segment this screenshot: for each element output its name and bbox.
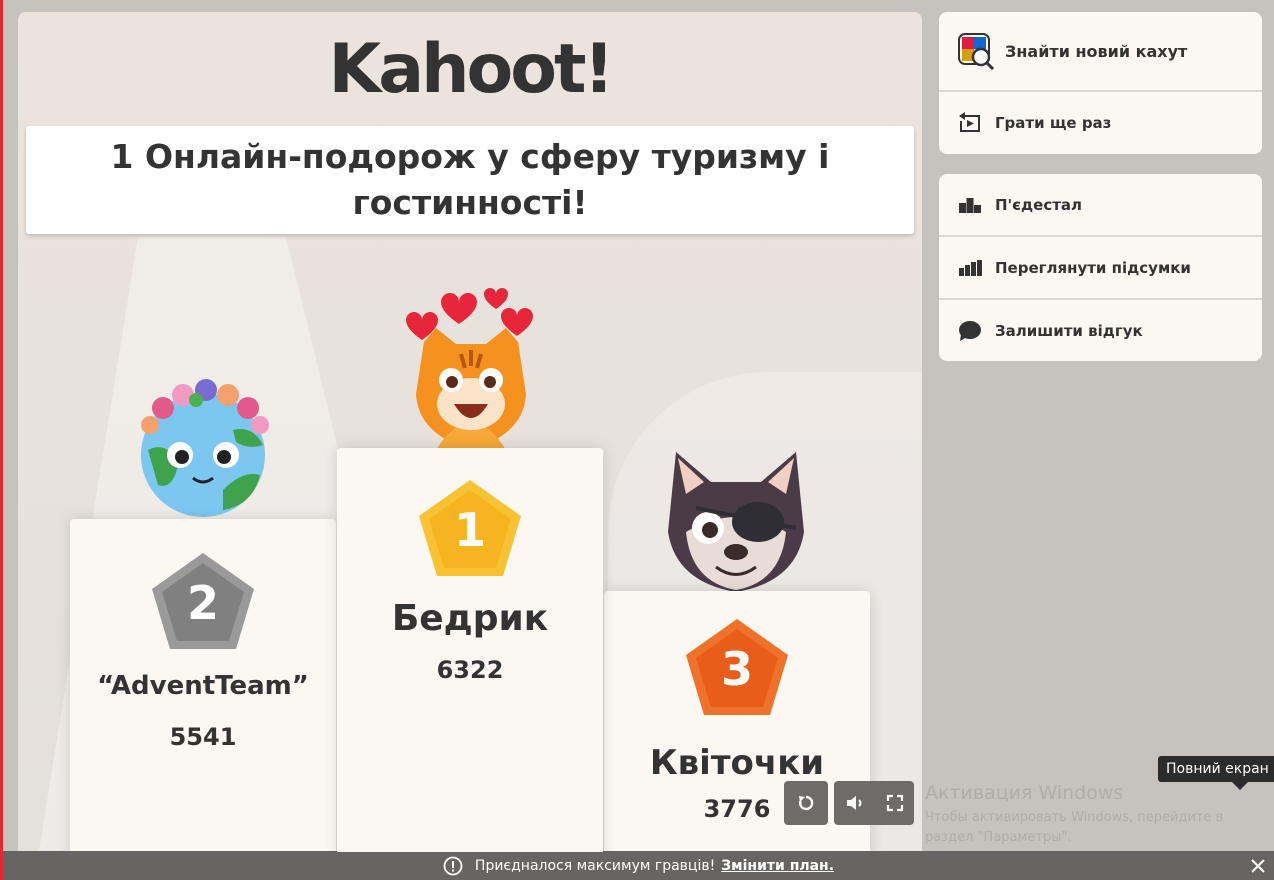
windows-activation-title: Активация Windows <box>925 782 1124 804</box>
left-edge-strip <box>0 0 3 880</box>
first-place-score: 6322 <box>436 656 504 684</box>
replay-button[interactable] <box>784 781 828 825</box>
second-place-score: 5541 <box>169 723 237 751</box>
podium-first-place: 1 Бедрик 6322 <box>337 448 603 852</box>
podium-icon <box>957 193 983 217</box>
sound-icon[interactable] <box>845 794 865 812</box>
third-place-score: 3776 <box>703 795 771 823</box>
first-rank-number: 1 <box>454 503 486 557</box>
windows-activation-text: Чтобы активировать Windows, перейдите в … <box>925 810 1224 845</box>
results-chart-icon <box>957 256 983 280</box>
view-results-label: Переглянути підсумки <box>995 258 1191 277</box>
second-rank-number: 2 <box>187 576 219 630</box>
earth-avatar-icon <box>141 379 269 517</box>
tiger-avatar-icon <box>406 288 533 450</box>
quiz-title: 1 Онлайн-подорож у сферу туризму і гости… <box>26 126 914 234</box>
speech-bubble-icon <box>957 319 983 343</box>
media-controls <box>834 781 914 825</box>
first-place-name: Бедрик <box>391 598 549 639</box>
find-new-kahoot-label: Знайти новий кахут <box>1005 41 1188 61</box>
bronze-medal-icon: 3 <box>686 619 788 715</box>
raccoon-avatar-icon <box>668 452 804 592</box>
fullscreen-tooltip: Повний екран <box>1158 756 1274 790</box>
play-again-button[interactable]: Грати ще раз <box>939 92 1262 154</box>
podium-label: П'єдестал <box>995 195 1083 214</box>
banner-text: Приєдналося максимум гравців! <box>474 857 716 874</box>
podium-button[interactable]: П'єдестал <box>939 174 1262 237</box>
actions-card-bottom: П'єдестал Переглянути підсумки Залишити … <box>939 174 1262 361</box>
podium-third-place: 3 Квіточки 3776 <box>604 591 870 852</box>
actions-card-top: Знайти новий кахут Грати ще раз <box>939 12 1262 154</box>
find-new-kahoot-button[interactable]: Знайти новий кахут <box>939 12 1262 92</box>
max-players-banner: Приєдналося максимум гравців! Змінити пл… <box>3 851 1274 880</box>
play-again-icon <box>957 111 983 135</box>
third-rank-number: 3 <box>721 642 753 696</box>
quiz-title-text: 1 Онлайн-подорож у сферу туризму і гости… <box>110 137 830 222</box>
play-again-label: Грати ще раз <box>995 114 1112 132</box>
kahoot-logo: Kahoot! <box>328 30 615 109</box>
leave-feedback-label: Залишити відгук <box>995 321 1143 340</box>
leave-feedback-button[interactable]: Залишити відгук <box>939 300 1262 361</box>
game-panel: Kahoot! 1 Онлайн-подорож у сферу туризму… <box>18 12 922 852</box>
close-icon[interactable] <box>1250 858 1266 874</box>
second-place-name: “AdventTeam” <box>97 671 309 701</box>
podium-second-place: 2 “AdventTeam” 5541 <box>70 519 336 852</box>
replay-icon <box>798 795 814 811</box>
fullscreen-icon[interactable] <box>886 794 904 812</box>
gold-medal-icon: 1 <box>419 480 521 576</box>
change-plan-link[interactable]: Змінити план. <box>721 858 834 874</box>
silver-medal-icon: 2 <box>152 553 254 649</box>
kahoot-search-icon <box>957 32 995 70</box>
third-place-name: Квіточки <box>649 743 825 783</box>
view-results-button[interactable]: Переглянути підсумки <box>939 237 1262 300</box>
info-icon <box>443 856 463 875</box>
